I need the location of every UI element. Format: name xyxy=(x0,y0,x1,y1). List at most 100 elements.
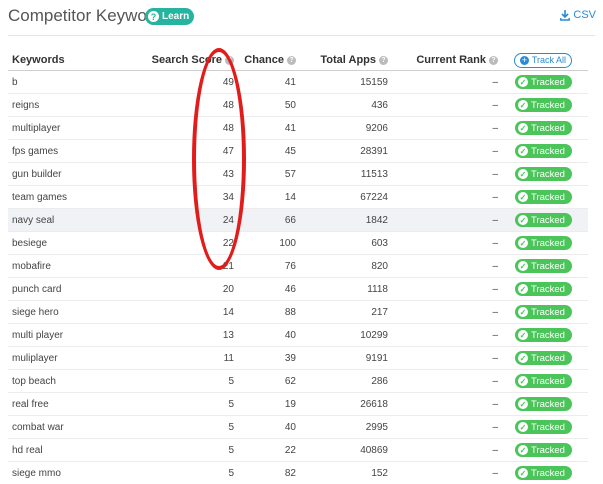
track-cell: ✓ Tracked xyxy=(498,397,588,411)
col-total-apps[interactable]: Total Apps ? xyxy=(296,54,388,66)
keyword-cell[interactable]: team games xyxy=(8,192,128,203)
keyword-cell[interactable]: navy seal xyxy=(8,215,128,226)
tracked-button[interactable]: ✓ Tracked xyxy=(515,121,572,135)
tracked-button[interactable]: ✓ Tracked xyxy=(515,213,572,227)
tracked-button[interactable]: ✓ Tracked xyxy=(515,374,572,388)
table-row[interactable]: hd real 5 22 40869 – ✓ Tracked xyxy=(8,439,588,462)
check-circle-icon: ✓ xyxy=(518,146,528,156)
track-cell: ✓ Tracked xyxy=(498,282,588,296)
tracked-button[interactable]: ✓ Tracked xyxy=(515,98,572,112)
tracked-button[interactable]: ✓ Tracked xyxy=(515,443,572,457)
keyword-cell[interactable]: hd real xyxy=(8,445,128,456)
tracked-label: Tracked xyxy=(531,306,565,318)
keyword-cell[interactable]: combat war xyxy=(8,422,128,433)
col-search-score[interactable]: Search Score ? xyxy=(128,54,234,66)
chance-cell: 66 xyxy=(284,214,296,226)
tracked-button[interactable]: ✓ Tracked xyxy=(515,144,572,158)
keyword-cell[interactable]: b xyxy=(8,77,128,88)
current-rank-cell: – xyxy=(492,214,498,226)
table-row[interactable]: combat war 5 40 2995 – ✓ Tracked xyxy=(8,416,588,439)
search-score-cell: 49 xyxy=(222,76,234,88)
keyword-cell[interactable]: muliplayer xyxy=(8,353,128,364)
current-rank-cell: – xyxy=(492,306,498,318)
track-all-button[interactable]: + Track All xyxy=(513,52,572,68)
table-row[interactable]: top beach 5 62 286 – ✓ Tracked xyxy=(8,370,588,393)
col-keywords[interactable]: Keywords xyxy=(8,54,128,66)
keyword-cell[interactable]: mobafire xyxy=(8,261,128,272)
keyword-cell[interactable]: siege mmo xyxy=(8,468,128,479)
table-row[interactable]: gun builder 43 57 11513 – ✓ Tracked xyxy=(8,163,588,186)
check-circle-icon: ✓ xyxy=(518,422,528,432)
keyword-cell[interactable]: reigns xyxy=(8,100,128,111)
total-apps-cell: 820 xyxy=(371,260,388,272)
track-cell: ✓ Tracked xyxy=(498,443,588,457)
search-score-cell: 11 xyxy=(223,352,234,364)
tracked-button[interactable]: ✓ Tracked xyxy=(515,466,572,480)
search-score-cell: 21 xyxy=(222,260,234,272)
keyword-cell[interactable]: gun builder xyxy=(8,169,128,180)
help-icon[interactable]: ? xyxy=(287,55,296,65)
plus-circle-icon: + xyxy=(519,54,529,65)
col-current-rank[interactable]: Current Rank ? xyxy=(388,54,498,66)
chance-cell: 88 xyxy=(284,306,296,318)
chance-cell: 19 xyxy=(284,398,296,410)
keyword-cell[interactable]: multi player xyxy=(8,330,128,341)
check-circle-icon: ✓ xyxy=(518,77,528,87)
help-icon[interactable]: ? xyxy=(489,55,498,65)
table-row[interactable]: punch card 20 46 1118 – ✓ Tracked xyxy=(8,278,588,301)
chance-cell: 50 xyxy=(284,99,296,111)
table-row[interactable]: multi player 13 40 10299 – ✓ Tracked xyxy=(8,324,588,347)
tracked-button[interactable]: ✓ Tracked xyxy=(515,167,572,181)
current-rank-cell: – xyxy=(492,99,498,111)
total-apps-cell: 26618 xyxy=(360,398,388,410)
search-score-cell: 20 xyxy=(222,283,234,295)
track-cell: ✓ Tracked xyxy=(498,259,588,273)
table-row[interactable]: navy seal 24 66 1842 – ✓ Tracked xyxy=(8,209,588,232)
keyword-cell[interactable]: besiege xyxy=(8,238,128,249)
table-row[interactable]: fps games 47 45 28391 – ✓ Tracked xyxy=(8,140,588,163)
csv-export-link[interactable]: CSV xyxy=(560,9,596,21)
tracked-button[interactable]: ✓ Tracked xyxy=(515,282,572,296)
table-row[interactable]: siege mmo 5 82 152 – ✓ Tracked xyxy=(8,462,588,484)
table-row[interactable]: reigns 48 50 436 – ✓ Tracked xyxy=(8,94,588,117)
table-row[interactable]: besiege 22 100 603 – ✓ Tracked xyxy=(8,232,588,255)
tracked-label: Tracked xyxy=(531,352,565,364)
search-score-cell: 5 xyxy=(228,398,234,410)
table-row[interactable]: real free 5 19 26618 – ✓ Tracked xyxy=(8,393,588,416)
total-apps-cell: 9191 xyxy=(365,352,388,364)
tracked-button[interactable]: ✓ Tracked xyxy=(515,259,572,273)
table-row[interactable]: mobafire 21 76 820 – ✓ Tracked xyxy=(8,255,588,278)
col-chance[interactable]: Chance ? xyxy=(234,54,296,66)
keyword-cell[interactable]: punch card xyxy=(8,284,128,295)
check-circle-icon: ✓ xyxy=(518,238,528,248)
tracked-label: Tracked xyxy=(531,421,565,433)
tracked-button[interactable]: ✓ Tracked xyxy=(515,305,572,319)
table-row[interactable]: muliplayer 11 39 9191 – ✓ Tracked xyxy=(8,347,588,370)
current-rank-cell: – xyxy=(492,398,498,410)
tracked-button[interactable]: ✓ Tracked xyxy=(515,420,572,434)
table-row[interactable]: b 49 41 15159 – ✓ Tracked xyxy=(8,71,588,94)
tracked-button[interactable]: ✓ Tracked xyxy=(515,397,572,411)
keyword-cell[interactable]: multiplayer xyxy=(8,123,128,134)
tracked-button[interactable]: ✓ Tracked xyxy=(515,236,572,250)
total-apps-cell: 9206 xyxy=(365,122,388,134)
tracked-button[interactable]: ✓ Tracked xyxy=(515,328,572,342)
table-row[interactable]: team games 34 14 67224 – ✓ Tracked xyxy=(8,186,588,209)
keyword-cell[interactable]: top beach xyxy=(8,376,128,387)
tracked-button[interactable]: ✓ Tracked xyxy=(515,351,572,365)
total-apps-cell: 217 xyxy=(371,306,388,318)
table-row[interactable]: siege hero 14 88 217 – ✓ Tracked xyxy=(8,301,588,324)
chance-cell: 40 xyxy=(284,329,296,341)
total-apps-cell: 28391 xyxy=(360,145,388,157)
help-icon[interactable]: ? xyxy=(225,55,234,65)
table-row[interactable]: multiplayer 48 41 9206 – ✓ Tracked xyxy=(8,117,588,140)
keyword-cell[interactable]: real free xyxy=(8,399,128,410)
tracked-button[interactable]: ✓ Tracked xyxy=(515,190,572,204)
track-cell: ✓ Tracked xyxy=(498,420,588,434)
tracked-label: Tracked xyxy=(531,145,565,157)
learn-button[interactable]: ? Learn xyxy=(145,8,195,25)
keyword-cell[interactable]: siege hero xyxy=(8,307,128,318)
help-icon[interactable]: ? xyxy=(379,55,388,65)
tracked-button[interactable]: ✓ Tracked xyxy=(515,75,572,89)
keyword-cell[interactable]: fps games xyxy=(8,146,128,157)
